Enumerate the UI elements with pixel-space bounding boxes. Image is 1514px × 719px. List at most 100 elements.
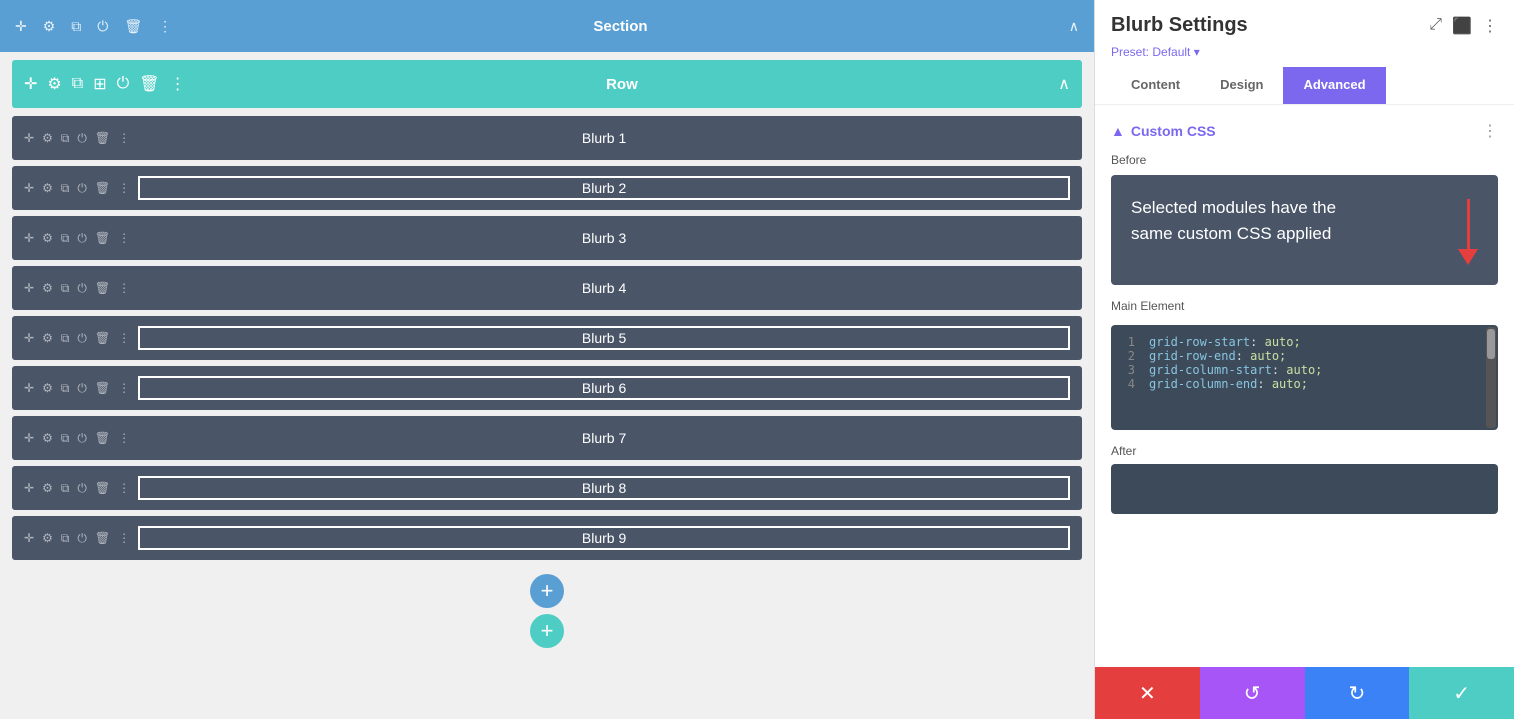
module-trash-icon[interactable]: 🗑	[95, 331, 110, 345]
section-collapse-icon[interactable]: ∧	[1066, 15, 1082, 38]
row-duplicate-icon[interactable]: ⧉	[72, 75, 83, 93]
redo-button[interactable]: ↻	[1305, 667, 1410, 719]
module-duplicate-icon[interactable]: ⧉	[61, 481, 70, 496]
module-more-icon[interactable]: ⋮	[118, 231, 130, 245]
module-duplicate-icon[interactable]: ⧉	[61, 531, 70, 546]
code-editor-scrollbar[interactable]	[1486, 327, 1496, 428]
module-power-icon[interactable]: ⏻	[77, 431, 87, 446]
module-trash-icon[interactable]: 🗑	[95, 231, 110, 245]
main-element-label: Main Element	[1111, 299, 1498, 313]
module-move-icon[interactable]: ✛	[24, 531, 34, 545]
module-more-icon[interactable]: ⋮	[118, 381, 130, 395]
section-trash-icon[interactable]: 🗑	[121, 15, 145, 38]
module-duplicate-icon[interactable]: ⧉	[61, 331, 70, 346]
module-power-icon[interactable]: ⏻	[77, 531, 87, 546]
section-move-icon[interactable]: ✛	[12, 15, 30, 38]
module-trash-icon[interactable]: 🗑	[95, 381, 110, 395]
row-more-icon[interactable]: ⋮	[170, 74, 186, 94]
confirm-button[interactable]: ✓	[1409, 667, 1514, 719]
section-title: Section	[185, 18, 1056, 35]
module-duplicate-icon[interactable]: ⧉	[61, 381, 70, 396]
module-more-icon[interactable]: ⋮	[118, 281, 130, 295]
module-duplicate-icon[interactable]: ⧉	[61, 431, 70, 446]
section-settings-icon[interactable]: ⚙	[40, 15, 59, 38]
after-label: After	[1111, 444, 1498, 458]
module-more-icon[interactable]: ⋮	[118, 481, 130, 495]
module-trash-icon[interactable]: 🗑	[95, 531, 110, 545]
module-item-5[interactable]: ✛ ⚙ ⧉ ⏻ 🗑 ⋮ Blurb 5	[12, 316, 1082, 360]
panel-more-icon[interactable]: ⋮	[1482, 16, 1498, 36]
row-settings-icon[interactable]: ⚙	[47, 74, 61, 94]
module-power-icon[interactable]: ⏻	[77, 281, 87, 296]
tabs: Content Design Advanced	[1111, 67, 1498, 104]
panel-expand-icon[interactable]: ⤢	[1429, 16, 1442, 36]
module-duplicate-icon[interactable]: ⧉	[61, 231, 70, 246]
cancel-button[interactable]: ✕	[1095, 667, 1200, 719]
code-editor[interactable]: 1grid-row-start: auto;2grid-row-end: aut…	[1111, 325, 1498, 430]
module-duplicate-icon[interactable]: ⧉	[61, 281, 70, 296]
row-collapse-icon[interactable]: ∧	[1058, 74, 1070, 94]
custom-css-more-icon[interactable]: ⋮	[1482, 121, 1498, 141]
module-item-4[interactable]: ✛ ⚙ ⧉ ⏻ 🗑 ⋮ Blurb 4	[12, 266, 1082, 310]
module-item-1[interactable]: ✛ ⚙ ⧉ ⏻ 🗑 ⋮ Blurb 1	[12, 116, 1082, 160]
module-trash-icon[interactable]: 🗑	[95, 281, 110, 295]
module-power-icon[interactable]: ⏻	[77, 181, 87, 196]
module-trash-icon[interactable]: 🗑	[95, 181, 110, 195]
module-move-icon[interactable]: ✛	[24, 381, 34, 395]
tab-content[interactable]: Content	[1111, 67, 1200, 104]
module-more-icon[interactable]: ⋮	[118, 181, 130, 195]
module-title: Blurb 9	[138, 526, 1070, 550]
add-row-button[interactable]: +	[530, 574, 564, 608]
module-settings-icon[interactable]: ⚙	[42, 481, 53, 495]
module-power-icon[interactable]: ⏻	[77, 381, 87, 396]
module-more-icon[interactable]: ⋮	[118, 331, 130, 345]
module-settings-icon[interactable]: ⚙	[42, 231, 53, 245]
after-code-editor[interactable]	[1111, 464, 1498, 514]
panel-sidebar-icon[interactable]: ⬛	[1452, 16, 1472, 36]
module-settings-icon[interactable]: ⚙	[42, 181, 53, 195]
module-item-8[interactable]: ✛ ⚙ ⧉ ⏻ 🗑 ⋮ Blurb 8	[12, 466, 1082, 510]
module-item-2[interactable]: ✛ ⚙ ⧉ ⏻ 🗑 ⋮ Blurb 2	[12, 166, 1082, 210]
module-settings-icon[interactable]: ⚙	[42, 531, 53, 545]
row-columns-icon[interactable]: ⊞	[93, 74, 106, 94]
module-move-icon[interactable]: ✛	[24, 331, 34, 345]
section-duplicate-icon[interactable]: ⧉	[68, 15, 84, 38]
module-item-7[interactable]: ✛ ⚙ ⧉ ⏻ 🗑 ⋮ Blurb 7	[12, 416, 1082, 460]
module-trash-icon[interactable]: 🗑	[95, 131, 110, 145]
module-more-icon[interactable]: ⋮	[118, 531, 130, 545]
module-item-9[interactable]: ✛ ⚙ ⧉ ⏻ 🗑 ⋮ Blurb 9	[12, 516, 1082, 560]
module-move-icon[interactable]: ✛	[24, 281, 34, 295]
module-settings-icon[interactable]: ⚙	[42, 281, 53, 295]
row-power-icon[interactable]: ⏻	[117, 75, 130, 93]
module-more-icon[interactable]: ⋮	[118, 431, 130, 445]
module-move-icon[interactable]: ✛	[24, 131, 34, 145]
info-box-text: Selected modules have the same custom CS…	[1131, 195, 1351, 246]
module-trash-icon[interactable]: 🗑	[95, 481, 110, 495]
module-power-icon[interactable]: ⏻	[77, 331, 87, 346]
row-move-icon[interactable]: ✛	[24, 74, 37, 94]
tab-design[interactable]: Design	[1200, 67, 1283, 104]
module-move-icon[interactable]: ✛	[24, 231, 34, 245]
module-move-icon[interactable]: ✛	[24, 481, 34, 495]
module-settings-icon[interactable]: ⚙	[42, 431, 53, 445]
module-more-icon[interactable]: ⋮	[118, 131, 130, 145]
add-module-button[interactable]: +	[530, 614, 564, 648]
module-power-icon[interactable]: ⏻	[77, 481, 87, 496]
module-duplicate-icon[interactable]: ⧉	[61, 181, 70, 196]
module-settings-icon[interactable]: ⚙	[42, 381, 53, 395]
module-power-icon[interactable]: ⏻	[77, 131, 87, 146]
module-item-3[interactable]: ✛ ⚙ ⧉ ⏻ 🗑 ⋮ Blurb 3	[12, 216, 1082, 260]
module-duplicate-icon[interactable]: ⧉	[61, 131, 70, 146]
module-settings-icon[interactable]: ⚙	[42, 131, 53, 145]
row-trash-icon[interactable]: 🗑	[139, 74, 159, 94]
module-item-6[interactable]: ✛ ⚙ ⧉ ⏻ 🗑 ⋮ Blurb 6	[12, 366, 1082, 410]
module-power-icon[interactable]: ⏻	[77, 231, 87, 246]
section-power-icon[interactable]: ⏻	[94, 15, 111, 38]
section-more-icon[interactable]: ⋮	[155, 15, 175, 38]
undo-button[interactable]: ↺	[1200, 667, 1305, 719]
module-move-icon[interactable]: ✛	[24, 431, 34, 445]
tab-advanced[interactable]: Advanced	[1283, 67, 1385, 104]
module-settings-icon[interactable]: ⚙	[42, 331, 53, 345]
module-move-icon[interactable]: ✛	[24, 181, 34, 195]
module-trash-icon[interactable]: 🗑	[95, 431, 110, 445]
